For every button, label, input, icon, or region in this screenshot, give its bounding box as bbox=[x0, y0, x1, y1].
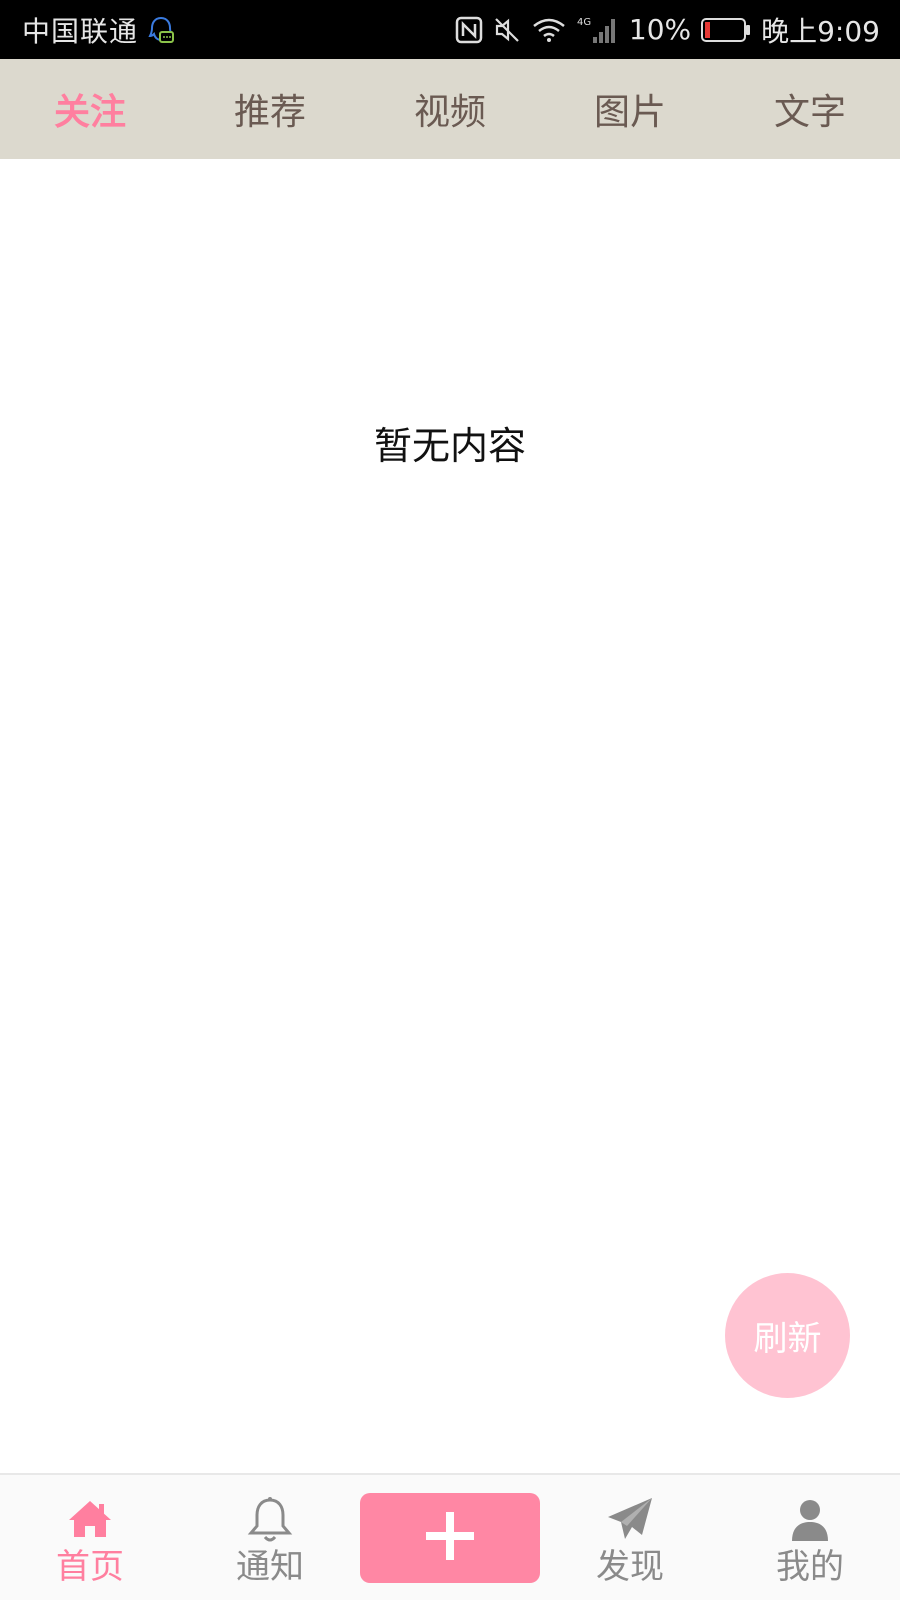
user-icon bbox=[785, 1495, 835, 1545]
nav-item-profile[interactable]: 我的 bbox=[720, 1474, 900, 1600]
nav-label-profile: 我的 bbox=[776, 1546, 844, 1587]
refresh-button[interactable]: 刷新 bbox=[725, 1273, 850, 1398]
nav-item-home[interactable]: 首页 bbox=[0, 1474, 180, 1600]
empty-state-message: 暂无内容 bbox=[373, 424, 526, 468]
status-bar-left: 中国联通 bbox=[22, 10, 176, 50]
wifi-icon bbox=[531, 16, 567, 44]
plus-icon bbox=[423, 1509, 477, 1567]
nfc-icon bbox=[455, 16, 483, 44]
signal-4g-icon: 4G bbox=[577, 15, 619, 45]
battery-percent: 10% bbox=[628, 13, 692, 46]
svg-text:4G: 4G bbox=[577, 17, 591, 28]
home-icon bbox=[65, 1495, 115, 1545]
category-tabs: 关注 推荐 视频 图片 文字 bbox=[0, 59, 900, 159]
tab-recommend[interactable]: 推荐 bbox=[180, 83, 360, 135]
status-bar-right: 4G 10% 晚上9:09 bbox=[445, 10, 880, 50]
bell-icon bbox=[245, 1495, 295, 1545]
qq-notification-icon bbox=[146, 15, 176, 45]
app-screen: 中国联通 4G 10% 晚上9:09 关注 推荐 视频 图片 文字 暂无内容 刷… bbox=[0, 0, 900, 1600]
mute-icon bbox=[493, 16, 521, 44]
nav-label-discover: 发现 bbox=[596, 1546, 664, 1587]
tab-image[interactable]: 图片 bbox=[540, 83, 720, 135]
nav-item-discover[interactable]: 发现 bbox=[540, 1474, 720, 1600]
battery-icon bbox=[701, 17, 751, 43]
carrier-name: 中国联通 bbox=[22, 14, 139, 48]
tab-text[interactable]: 文字 bbox=[720, 83, 900, 135]
nav-item-add bbox=[360, 1474, 540, 1600]
tab-follow[interactable]: 关注 bbox=[0, 83, 180, 135]
add-post-button[interactable] bbox=[360, 1492, 540, 1583]
clock: 晚上9:09 bbox=[761, 14, 880, 48]
tab-video[interactable]: 视频 bbox=[360, 83, 540, 135]
bottom-nav: 首页 通知 发现 我的 bbox=[0, 1473, 900, 1600]
paper-plane-icon bbox=[605, 1495, 655, 1545]
nav-item-notifications[interactable]: 通知 bbox=[180, 1474, 360, 1600]
nav-label-notifications: 通知 bbox=[236, 1546, 304, 1587]
status-bar: 中国联通 4G 10% 晚上9:09 bbox=[0, 0, 900, 59]
nav-label-home: 首页 bbox=[56, 1546, 124, 1587]
